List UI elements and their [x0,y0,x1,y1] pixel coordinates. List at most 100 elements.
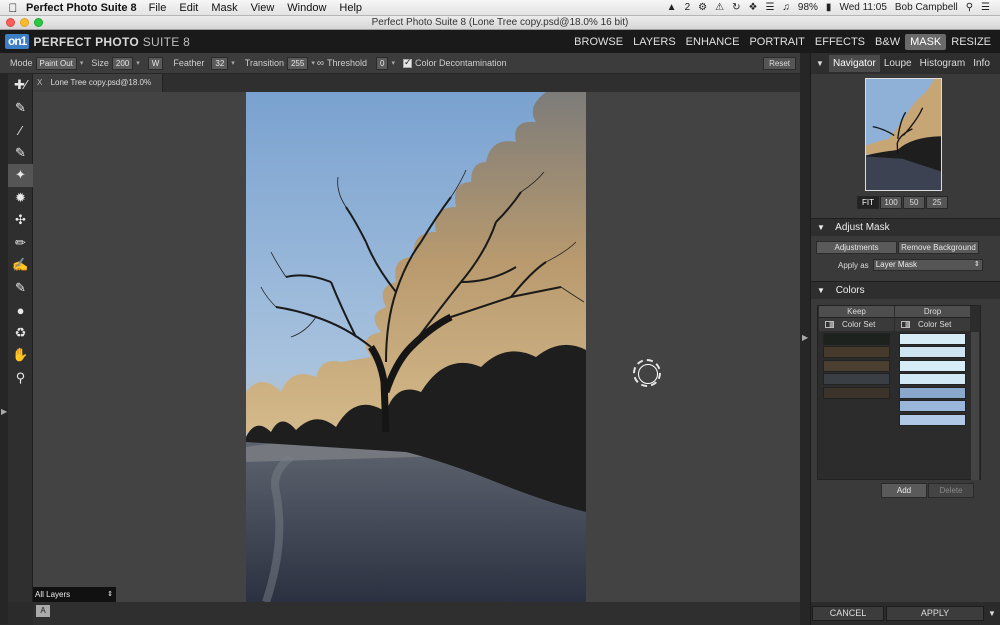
feather-input[interactable]: 32 [211,56,229,70]
threshold-input[interactable]: 0 [376,56,389,70]
apply-as-select[interactable]: Layer Mask ⇕ [872,259,983,271]
battery-level[interactable]: 98% [798,2,818,13]
module-browse[interactable]: BROWSE [569,34,628,50]
tab-histogram[interactable]: Histogram [916,55,970,72]
chisel-tool[interactable]: ✹ [8,187,33,210]
user-menu[interactable]: Bob Campbell [895,2,958,13]
zoom-50-button[interactable]: 50 [903,196,925,209]
module-layers[interactable]: LAYERS [628,34,681,50]
hand-tool[interactable]: ✋ [8,344,33,367]
volume-icon[interactable]: ♫ [782,2,790,13]
tab-navigator[interactable]: Navigator [829,55,880,72]
wifi-icon[interactable]: ☰ [765,2,774,13]
module-effects[interactable]: EFFECTS [810,34,870,50]
feather-arrow-icon[interactable]: ▾ [231,59,235,67]
perfect-brush-add-tool[interactable]: ✚∕ [8,74,33,97]
zoom-tool[interactable]: ⚲ [8,367,33,390]
menu-file[interactable]: File [149,2,167,14]
reset-button[interactable]: Reset [763,56,796,70]
warning-icon[interactable]: ⚠ [715,2,724,13]
drop-color-set[interactable]: Color Set [895,318,970,331]
adjustments-button[interactable]: Adjustments [816,241,897,254]
mode-select[interactable]: Paint Out [35,56,77,70]
keep-swatch[interactable] [823,386,890,399]
keep-swatch[interactable] [823,359,890,372]
drop-swatch[interactable] [899,332,966,345]
drop-swatch[interactable] [899,373,966,385]
colors-scrollbar[interactable] [971,332,979,480]
zoom-25-button[interactable]: 25 [926,196,948,209]
transition-input[interactable]: 255 [286,56,309,70]
app-menu[interactable]: Perfect Photo Suite 8 [26,2,137,14]
image-canvas[interactable] [33,92,800,602]
module-portrait[interactable]: PORTRAIT [744,34,809,50]
line-brush-tool[interactable]: ∕ [8,119,33,142]
layers-select[interactable]: All Layers ⇕ [33,587,116,602]
notifications-icon[interactable]: ☰ [981,2,990,13]
cancel-button[interactable]: CANCEL [812,606,884,621]
zoom-100-button[interactable]: 100 [880,196,902,209]
search-icon[interactable]: ⚲ [966,2,973,13]
menu-view[interactable]: View [251,2,275,14]
paint-brush-tool[interactable]: ✎ [8,277,33,300]
keep-swatch[interactable] [823,332,890,345]
menu-help[interactable]: Help [339,2,362,14]
color-decontamination-checkbox[interactable] [403,57,412,68]
module-resize[interactable]: RESIZE [946,34,996,50]
zoom-fit-button[interactable]: FIT [857,196,879,209]
clock[interactable]: Wed 11:05 [839,2,886,13]
size-arrow-icon[interactable]: ▾ [136,59,140,67]
add-color-button[interactable]: Add [881,483,927,498]
w-button[interactable]: W [147,56,164,70]
pen-tool[interactable]: ✍ [8,254,33,277]
module-enhance[interactable]: ENHANCE [681,34,745,50]
perfect-brush-tool[interactable]: ✎ [8,97,33,120]
remove-background-button[interactable]: Remove Background [898,241,979,254]
eyedropper-tool[interactable]: ✏ [8,232,33,255]
time-machine-icon[interactable]: ↻ [732,2,740,13]
adobe-icon[interactable]: ▲ [667,2,677,13]
adjust-mask-header[interactable]: ▼ Adjust Mask [811,218,1000,236]
close-window-button[interactable] [6,18,15,27]
tab-info[interactable]: Info [969,55,994,72]
threshold-arrow-icon[interactable]: ▾ [391,59,395,67]
keep-drop-brush-tool[interactable]: ✎ [8,142,33,165]
photo[interactable] [246,92,586,602]
delete-color-button[interactable]: Delete [928,483,974,498]
keep-swatch[interactable] [823,373,890,385]
module-bw[interactable]: B&W [870,34,905,50]
document-tab[interactable]: X Lone Tree copy.psd@18.0% 16 bit [33,74,163,105]
menu-edit[interactable]: Edit [179,2,198,14]
transition-arrow-icon[interactable]: ▾ [311,59,315,67]
keep-color-set[interactable]: Color Set [819,318,894,331]
apply-button[interactable]: APPLY [886,606,984,621]
gear-icon[interactable]: ⚙ [698,2,707,13]
tab-loupe[interactable]: Loupe [880,55,916,72]
collapse-left-arrow-icon[interactable]: ▶ [1,407,7,416]
blur-tool[interactable]: ● [8,299,33,322]
navigator-thumbnail[interactable] [865,78,942,191]
drop-swatch[interactable] [899,413,966,426]
bluetooth-icon[interactable]: ❖ [748,2,757,13]
colors-header[interactable]: ▼ Colors [811,281,1000,299]
apply-dropdown-icon[interactable]: ▼ [988,609,996,618]
mode-select-arrow-icon[interactable]: ▾ [80,59,84,67]
keep-swatch[interactable] [823,346,890,358]
drop-swatch[interactable] [899,359,966,372]
collapse-adjust-mask-icon[interactable]: ▼ [817,223,825,232]
apple-icon[interactable]:  [0,1,26,15]
magic-brush-tool[interactable]: ✦ [8,164,33,187]
a-button[interactable]: A [36,605,50,617]
collapse-right-arrow-icon[interactable]: ▶ [802,333,808,342]
module-mask[interactable]: MASK [905,33,947,50]
close-tab-icon[interactable]: X [37,78,42,87]
collapse-navigator-icon[interactable]: ▼ [811,59,829,68]
zoom-window-button[interactable] [34,18,43,27]
menu-window[interactable]: Window [287,2,326,14]
minimize-window-button[interactable] [20,18,29,27]
magic-wand-tool[interactable]: ✣ [8,209,33,232]
drop-swatch[interactable] [899,346,966,358]
collapse-colors-icon[interactable]: ▼ [817,286,825,295]
drop-swatch[interactable] [899,386,966,399]
menu-mask[interactable]: Mask [211,2,237,14]
